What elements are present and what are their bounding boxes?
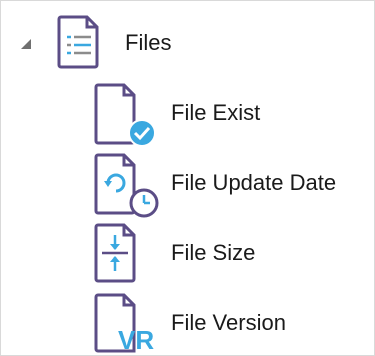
tree-node-label: File Update Date (171, 170, 337, 195)
tree-node-label: Files (125, 30, 172, 55)
tree-panel: Files File Exist File Update Date File S… (0, 0, 375, 356)
expand-collapse-arrow-icon[interactable] (19, 37, 33, 51)
file-size-icon (94, 223, 136, 283)
file-version-icon: VR (94, 293, 154, 355)
version-badge: VR (118, 325, 154, 355)
tree-node-label: File Exist (171, 100, 261, 125)
file-check-icon (94, 83, 156, 147)
tree-node-label: File Size (171, 240, 256, 265)
file-list-icon (57, 15, 99, 69)
file-clock-icon (94, 153, 159, 218)
tree-node-label: File Version (171, 310, 286, 335)
